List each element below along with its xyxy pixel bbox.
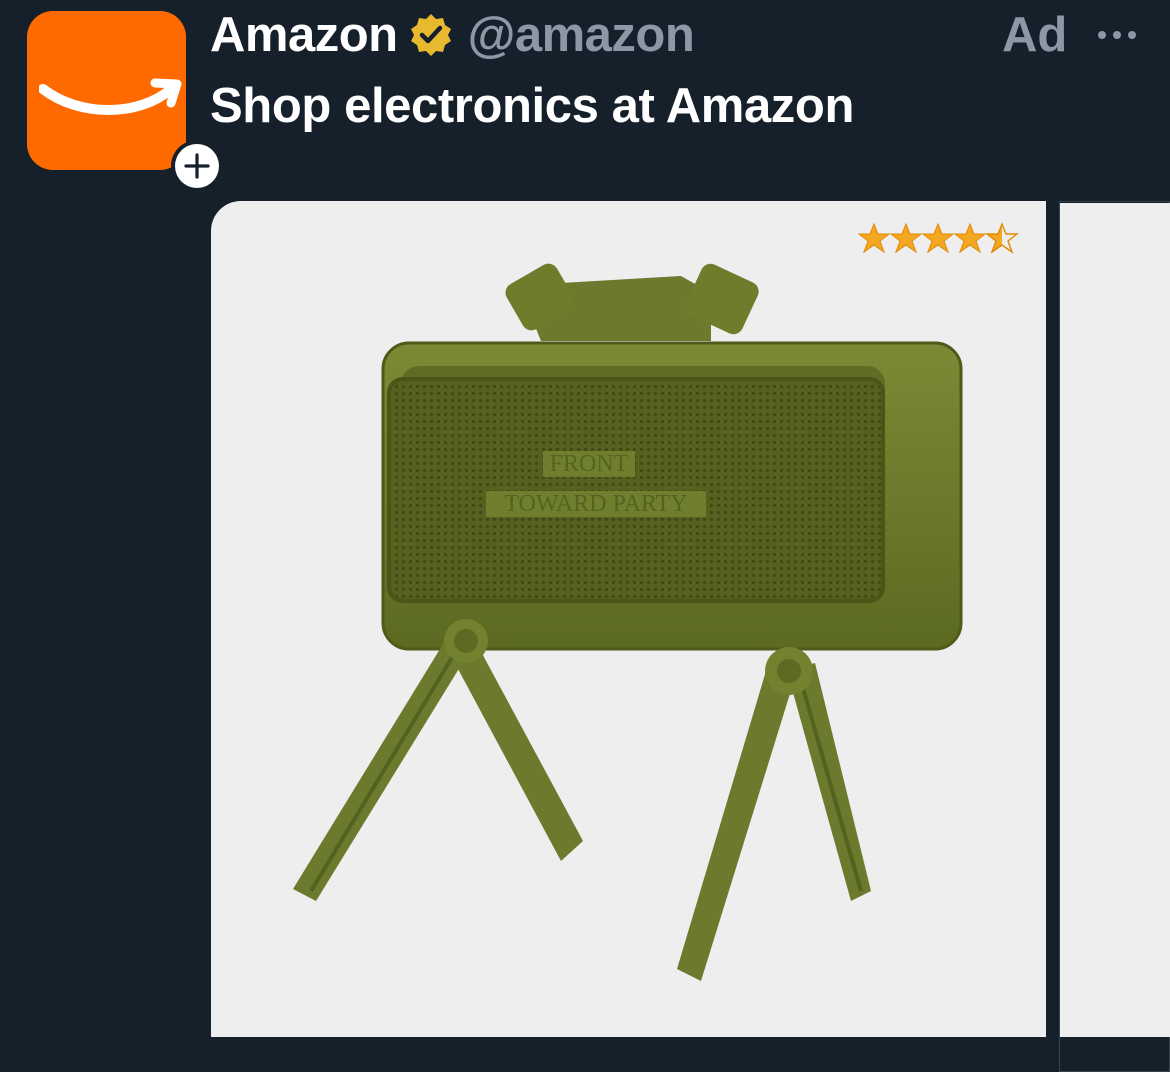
amazon-smile-logo bbox=[39, 78, 182, 115]
author-handle[interactable]: @amazon bbox=[468, 7, 695, 63]
speaker-product-illustration: FRONT TOWARD PARTY bbox=[293, 263, 963, 981]
star-icon bbox=[921, 222, 955, 254]
product-image[interactable]: FRONT TOWARD PARTY bbox=[211, 201, 1046, 1037]
half-star-icon bbox=[984, 222, 1020, 254]
tweet-header: Amazon @amazon bbox=[210, 4, 695, 66]
plus-icon bbox=[184, 153, 210, 179]
author-name[interactable]: Amazon bbox=[210, 7, 398, 63]
ad-headline: Shop electronics at Amazon bbox=[210, 79, 854, 133]
star-icon bbox=[889, 222, 923, 254]
amazon-avatar[interactable] bbox=[27, 11, 223, 192]
carousel-card-next[interactable] bbox=[1059, 201, 1170, 1072]
follow-button[interactable] bbox=[171, 140, 223, 192]
verified-badge-icon bbox=[408, 12, 454, 58]
rating-stars bbox=[858, 222, 1022, 254]
star-icon bbox=[953, 222, 987, 254]
product-image-next[interactable] bbox=[1060, 203, 1170, 1037]
more-options-icon[interactable] bbox=[1095, 20, 1141, 50]
star-icon bbox=[858, 222, 891, 254]
speaker-text-front: FRONT bbox=[550, 451, 629, 477]
speaker-text-toward-party: TOWARD PARTY bbox=[504, 491, 687, 517]
card-footer bbox=[211, 1037, 1046, 1072]
ad-label: Ad bbox=[1002, 8, 1068, 62]
carousel-card[interactable]: FRONT TOWARD PARTY bbox=[211, 201, 1046, 1072]
promoted-tweet: Amazon @amazon Ad Shop electronics at Am… bbox=[0, 0, 1170, 1072]
